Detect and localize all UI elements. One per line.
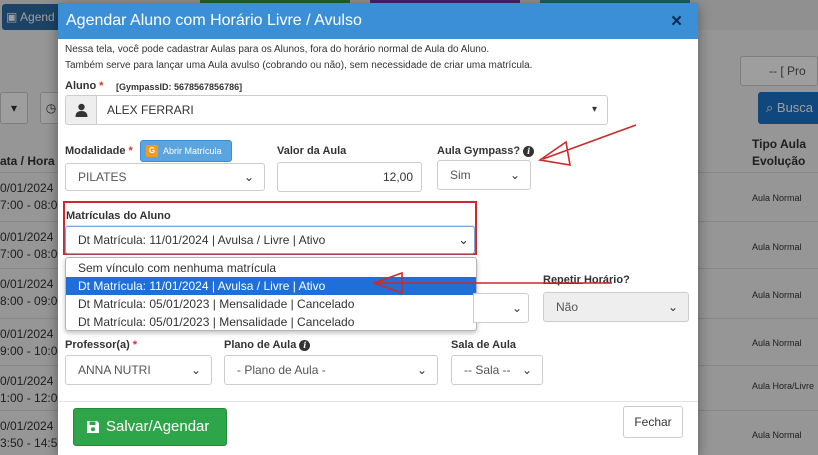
dropdown-option[interactable]: Dt Matrícula: 05/01/2023 | Mensalidade |… <box>66 313 476 330</box>
aluno-select[interactable]: ALEX FERRARI ▾ <box>96 95 608 125</box>
chevron-down-icon: ⌄ <box>243 170 254 184</box>
professor-label: Professor(a) * <box>65 339 138 351</box>
annotation-strike-line <box>543 283 583 284</box>
gympass-select[interactable]: Sim ⌄ <box>437 160 531 190</box>
abrir-matricula-button[interactable]: G Abrir Matrícula <box>140 140 232 162</box>
required-marker: * <box>128 145 133 157</box>
modal-title: Agendar Aluno com Horário Livre / Avulso <box>66 12 362 29</box>
chevron-down-icon: ⌄ <box>667 300 678 314</box>
plano-select[interactable]: - Plano de Aula - ⌄ <box>224 355 438 385</box>
modal-header: Agendar Aluno com Horário Livre / Avulso… <box>58 3 698 39</box>
matriculas-select[interactable]: Dt Matrícula: 11/01/2024 | Avulsa / Livr… <box>65 226 475 254</box>
required-marker: * <box>99 80 104 92</box>
sala-select[interactable]: -- Sala -- ⌄ <box>451 355 543 385</box>
close-button[interactable]: Fechar <box>623 406 683 438</box>
chevron-down-icon: ⌄ <box>416 363 427 377</box>
professor-select[interactable]: ANNA NUTRI ⌄ <box>65 355 212 385</box>
matriculas-dropdown: Sem vínculo com nenhuma matrícula Dt Mat… <box>65 257 477 331</box>
valor-label: Valor da Aula <box>277 145 347 157</box>
footer-divider <box>58 401 698 402</box>
modalidade-select[interactable]: PILATES ⌄ <box>65 163 265 191</box>
save-button[interactable]: Salvar/Agendar <box>73 408 227 446</box>
chevron-down-icon: ⌄ <box>509 168 520 182</box>
aluno-addon <box>65 95 97 125</box>
modal-description-line1: Nessa tela, você pode cadastrar Aulas pa… <box>65 44 490 55</box>
dropdown-option[interactable]: Sem vínculo com nenhuma matrícula <box>66 259 476 277</box>
modalidade-label: Modalidade * <box>65 145 133 157</box>
chevron-down-icon: ⌄ <box>511 301 522 315</box>
gympass-g-icon: G <box>146 145 158 157</box>
chevron-down-icon: ⌄ <box>458 232 469 247</box>
repetir-label: Repetir Horário? <box>543 274 630 286</box>
modal-description-line2: Também serve para lançar uma Aula avulso… <box>65 60 533 71</box>
aluno-label: Aluno * <box>65 80 104 92</box>
chevron-down-icon: ⌄ <box>190 363 201 377</box>
user-icon <box>75 103 88 117</box>
gympass-label: Aula Gympass? i <box>437 144 535 158</box>
plano-label: Plano de Aula i <box>224 338 311 352</box>
required-marker: * <box>132 339 138 351</box>
caret-down-icon: ▾ <box>591 104 597 115</box>
dropdown-option[interactable]: Dt Matrícula: 05/01/2023 | Mensalidade |… <box>66 295 476 313</box>
close-icon[interactable]: × <box>671 12 682 32</box>
floppy-disk-icon <box>87 421 99 433</box>
valor-input[interactable]: 12,00 <box>277 162 422 192</box>
sala-label: Sala de Aula <box>451 339 517 351</box>
hidden-select-behind-dropdown[interactable]: ⌄ <box>473 293 529 323</box>
chevron-down-icon: ⌄ <box>521 363 532 377</box>
matriculas-label: Matrículas do Aluno <box>66 210 171 222</box>
repetir-select[interactable]: Não ⌄ <box>543 292 689 322</box>
schedule-modal: Agendar Aluno com Horário Livre / Avulso… <box>58 3 698 455</box>
gympass-id: [GympassID: 5678567856786] <box>116 82 243 92</box>
info-icon: i <box>523 146 535 157</box>
dropdown-option-selected[interactable]: Dt Matrícula: 11/01/2024 | Avulsa / Livr… <box>66 277 476 295</box>
info-icon: i <box>299 340 311 351</box>
